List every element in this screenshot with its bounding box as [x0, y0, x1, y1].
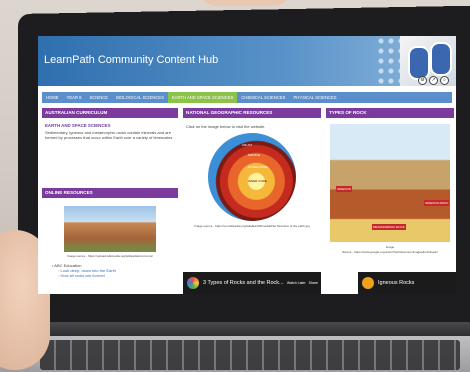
rock-label: IGNEOUS [336, 186, 352, 192]
nav-item-chemical-sciences[interactable]: CHEMICAL SCIENCES [237, 92, 289, 103]
keyboard [40, 340, 460, 370]
list-item: ◦ How all rocks are formed [58, 273, 105, 278]
toolbar: ⚙ ↗ ⌕ [418, 76, 449, 85]
curriculum-link[interactable]: EARTH AND SPACE SCIENCES [45, 123, 175, 128]
image-caption: Image source - https://upload.wikimedia.… [67, 254, 153, 258]
shoe-icon [430, 42, 452, 76]
play-icon [362, 277, 374, 289]
online-resources-header: ONLINE RESOURCES [42, 188, 178, 198]
rock-formation-image[interactable] [64, 206, 156, 252]
video-title[interactable]: Igneous Rocks [378, 280, 414, 286]
hand [200, 0, 290, 6]
natgeo-intro: Click on the image below to visit the we… [186, 124, 266, 129]
nav-item-physical-sciences[interactable]: PHYSICAL SCIENCES [289, 92, 340, 103]
curriculum-header: AUSTRALIAN CURRICULUM [42, 108, 178, 118]
nav-item-biological-sciences[interactable]: BIOLOGICAL SCIENCES [112, 92, 168, 103]
nav-item-earth-space-sciences[interactable]: EARTH AND SPACE SCIENCES [167, 92, 238, 103]
rock-types-header: TYPES OF ROCK [326, 108, 454, 118]
settings-icon[interactable]: ⚙ [418, 76, 427, 85]
resource-list: • ABC Education ◦ Look deep, down into t… [52, 263, 178, 278]
laptop: LearnPath Community Content Hub ⚙ ↗ ⌕ HO… [0, 0, 470, 372]
video-player[interactable]: 3 Types of Rocks and the Rock... Watch L… [183, 272, 321, 294]
earth-structure-image[interactable]: CRUST MANTLE OUTER CORE INNER CORE [208, 133, 296, 221]
earth-label: INNER CORE [248, 179, 267, 183]
left-column: AUSTRALIAN CURRICULUM EARTH AND SPACE SC… [42, 108, 178, 278]
rock-label: METAMORPHIC ROCK [372, 224, 406, 230]
rock-cycle-diagram[interactable]: IGNEOUS IGNEOUS ROCK METAMORPHIC ROCK [330, 124, 450, 242]
list-item-link[interactable]: How all rocks are formed [61, 273, 105, 278]
site-title[interactable]: LearnPath Community Content Hub [44, 54, 218, 66]
main-nav: HOME YEAR 8 SCIENCE BIOLOGICAL SCIENCES … [42, 92, 452, 103]
shoe-icon [408, 46, 430, 80]
watch-later-button[interactable]: Watch Later [287, 281, 309, 285]
video-player[interactable]: Igneous Rocks [358, 272, 456, 294]
middle-column: NATIONAL GEOGRAPHIC RESOURCES Click on t… [183, 108, 321, 229]
nav-item-home[interactable]: HOME [42, 92, 63, 103]
share-icon[interactable]: ↗ [429, 76, 438, 85]
earth-label: OUTER CORE [248, 165, 269, 169]
video-title[interactable]: 3 Types of Rocks and the Rock... [203, 280, 284, 286]
earth-label: CRUST [242, 143, 253, 147]
earth-label: MANTLE [248, 153, 261, 157]
nav-item-year-8[interactable]: YEAR 8 [63, 92, 86, 103]
rock-label: IGNEOUS ROCK [424, 200, 450, 206]
search-icon[interactable]: ⌕ [440, 76, 449, 85]
channel-icon [187, 277, 199, 289]
share-button[interactable]: Share [309, 281, 321, 285]
curriculum-text: Sedimentary, igneous and metamorphic roc… [45, 130, 173, 140]
site-banner: LearnPath Community Content Hub ⚙ ↗ ⌕ [38, 36, 456, 86]
nav-item-science[interactable]: SCIENCE [85, 92, 112, 103]
right-column: TYPES OF ROCK IGNEOUS IGNEOUS ROCK METAM… [326, 108, 454, 255]
image-caption: Source - https://www.google.org.au/url?s… [341, 250, 439, 254]
natgeo-header: NATIONAL GEOGRAPHIC RESOURCES [183, 108, 321, 118]
image-caption: Image source - https://en.wikipedia.org/… [194, 224, 310, 228]
screen: LearnPath Community Content Hub ⚙ ↗ ⌕ HO… [38, 36, 456, 294]
